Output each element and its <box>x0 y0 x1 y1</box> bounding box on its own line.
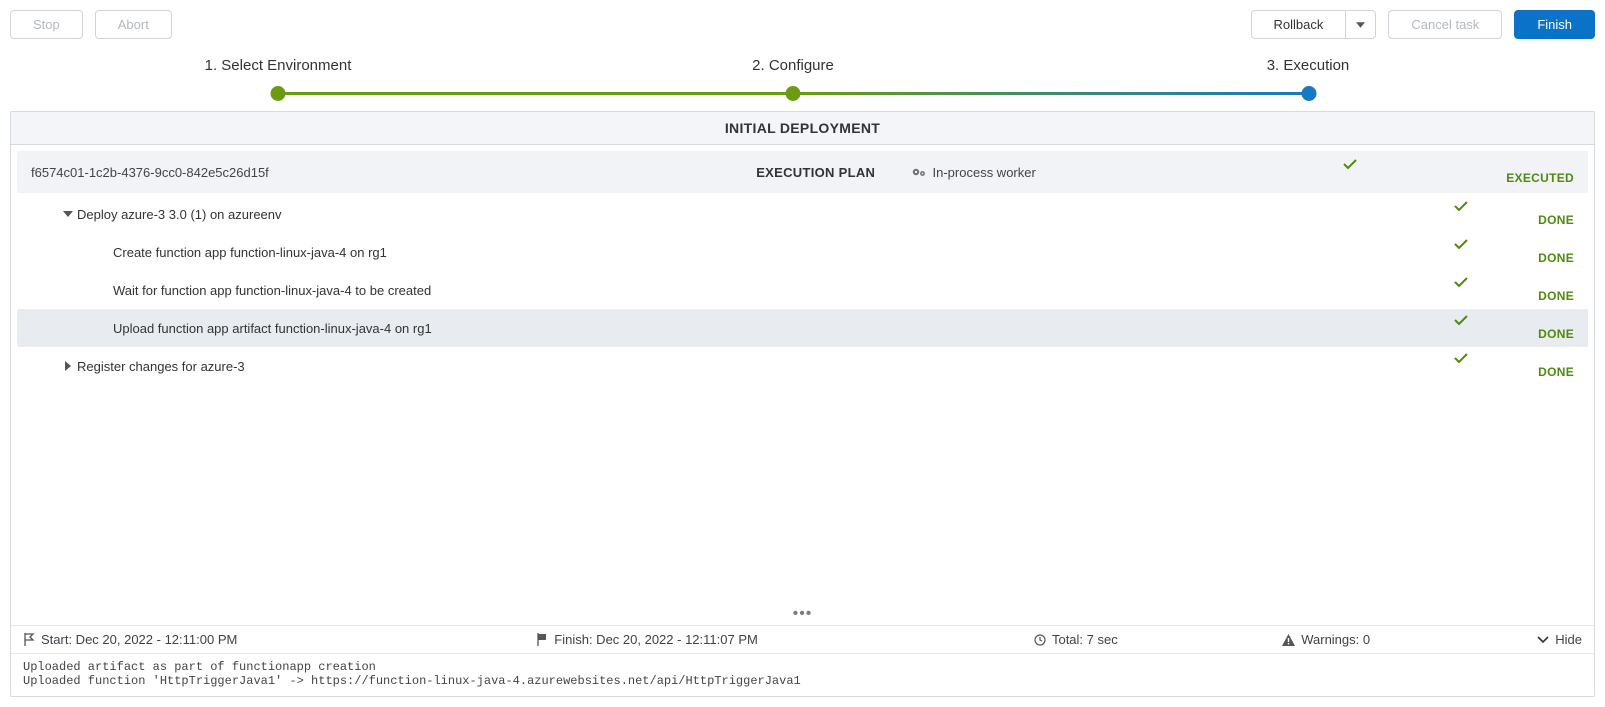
caret-down-icon[interactable] <box>59 211 77 218</box>
execution-row-status: DONE <box>1454 353 1574 379</box>
step-dot-3 <box>1302 86 1317 101</box>
check-icon <box>1454 353 1574 364</box>
abort-button[interactable]: Abort <box>95 10 172 39</box>
check-icon <box>1454 277 1574 288</box>
step-label-configure: 2. Configure <box>752 57 834 74</box>
status-text: DONE <box>1538 289 1574 303</box>
check-icon <box>1454 201 1574 212</box>
execution-row[interactable]: Wait for function app function-linux-jav… <box>17 271 1588 309</box>
status-text: DONE <box>1538 365 1574 379</box>
meta-start: Start: Dec 20, 2022 - 12:11:00 PM <box>23 632 506 647</box>
chevron-down-icon <box>1537 636 1549 644</box>
plan-worker: In-process worker <box>911 165 1343 180</box>
toolbar: Stop Abort Rollback Cancel task Finish <box>10 10 1595 39</box>
execution-row-label: Upload function app artifact function-li… <box>113 321 1454 336</box>
meta-total-text: Total: 7 sec <box>1052 632 1118 647</box>
meta-total: Total: 7 sec <box>1034 632 1252 647</box>
log-text: Uploaded artifact as part of functionapp… <box>23 660 1582 688</box>
plan-header-row: f6574c01-1c2b-4376-9cc0-842e5c26d15f EXE… <box>17 151 1588 193</box>
status-text: DONE <box>1538 251 1574 265</box>
step-dot-2 <box>786 86 801 101</box>
execution-row-label: Create function app function-linux-java-… <box>113 245 1454 260</box>
execution-row-label: Register changes for azure-3 <box>77 359 1454 374</box>
execution-steps: Deploy azure-3 3.0 (1) on azureenv DONE Cr… <box>11 195 1594 385</box>
execution-row[interactable]: Upload function app artifact function-li… <box>17 309 1588 347</box>
plan-id: f6574c01-1c2b-4376-9cc0-842e5c26d15f <box>31 165 756 180</box>
flag-start-icon <box>23 633 35 646</box>
execution-row-label: Deploy azure-3 3.0 (1) on azureenv <box>77 207 1454 222</box>
plan-center-label: EXECUTION PLAN <box>756 165 910 180</box>
clock-icon <box>1034 634 1046 646</box>
rollback-button[interactable]: Rollback <box>1251 10 1346 39</box>
caret-right-icon[interactable] <box>59 361 77 371</box>
step-connector-2 <box>793 92 1309 95</box>
execution-row[interactable]: Deploy azure-3 3.0 (1) on azureenv DONE <box>17 195 1588 233</box>
execution-row-label: Wait for function app function-linux-jav… <box>113 283 1454 298</box>
execution-row[interactable]: Register changes for azure-3 DONE <box>17 347 1588 385</box>
plan-worker-label: In-process worker <box>933 165 1036 180</box>
stop-button[interactable]: Stop <box>10 10 83 39</box>
meta-warnings: Warnings: 0 <box>1282 632 1469 647</box>
panel-title: INITIAL DEPLOYMENT <box>11 112 1594 145</box>
caret-down-icon <box>1356 22 1365 28</box>
check-icon <box>1454 239 1574 250</box>
check-icon <box>1454 315 1574 326</box>
step-label-execution: 3. Execution <box>1267 57 1350 74</box>
rollback-button-group: Rollback <box>1251 10 1377 39</box>
status-text: DONE <box>1538 213 1574 227</box>
meta-start-text: Start: Dec 20, 2022 - 12:11:00 PM <box>41 632 237 647</box>
plan-status: EXECUTED <box>1343 159 1574 185</box>
execution-row-status: DONE <box>1454 315 1574 341</box>
meta-finish-text: Finish: Dec 20, 2022 - 12:11:07 PM <box>554 632 758 647</box>
step-connector-1 <box>278 92 793 95</box>
rollback-caret-button[interactable] <box>1345 10 1376 39</box>
resize-handle-icon[interactable]: ••• <box>11 605 1594 625</box>
log-output: Uploaded artifact as part of functionapp… <box>11 653 1594 696</box>
status-text: DONE <box>1538 327 1574 341</box>
finish-button[interactable]: Finish <box>1514 10 1595 39</box>
empty-space <box>11 385 1594 605</box>
hide-log-button[interactable]: Hide <box>1499 632 1582 647</box>
meta-finish: Finish: Dec 20, 2022 - 12:11:07 PM <box>536 632 1004 647</box>
hide-label: Hide <box>1555 632 1582 647</box>
execution-row-status: DONE <box>1454 239 1574 265</box>
execution-row[interactable]: Create function app function-linux-java-… <box>17 233 1588 271</box>
step-label-select-environment: 1. Select Environment <box>205 57 352 74</box>
gears-icon <box>911 166 927 178</box>
warning-icon <box>1282 634 1295 646</box>
check-icon <box>1343 159 1574 170</box>
plan-status-text: EXECUTED <box>1506 171 1574 185</box>
step-dot-1 <box>271 86 286 101</box>
flag-finish-icon <box>536 633 548 646</box>
execution-row-status: DONE <box>1454 201 1574 227</box>
execution-panel: INITIAL DEPLOYMENT f6574c01-1c2b-4376-9c… <box>10 111 1595 697</box>
execution-row-status: DONE <box>1454 277 1574 303</box>
meta-warnings-text: Warnings: 0 <box>1301 632 1370 647</box>
wizard-stepper: 1. Select Environment 2. Configure 3. Ex… <box>10 57 1595 103</box>
meta-bar: Start: Dec 20, 2022 - 12:11:00 PM Finish… <box>11 625 1594 653</box>
cancel-task-button[interactable]: Cancel task <box>1388 10 1502 39</box>
